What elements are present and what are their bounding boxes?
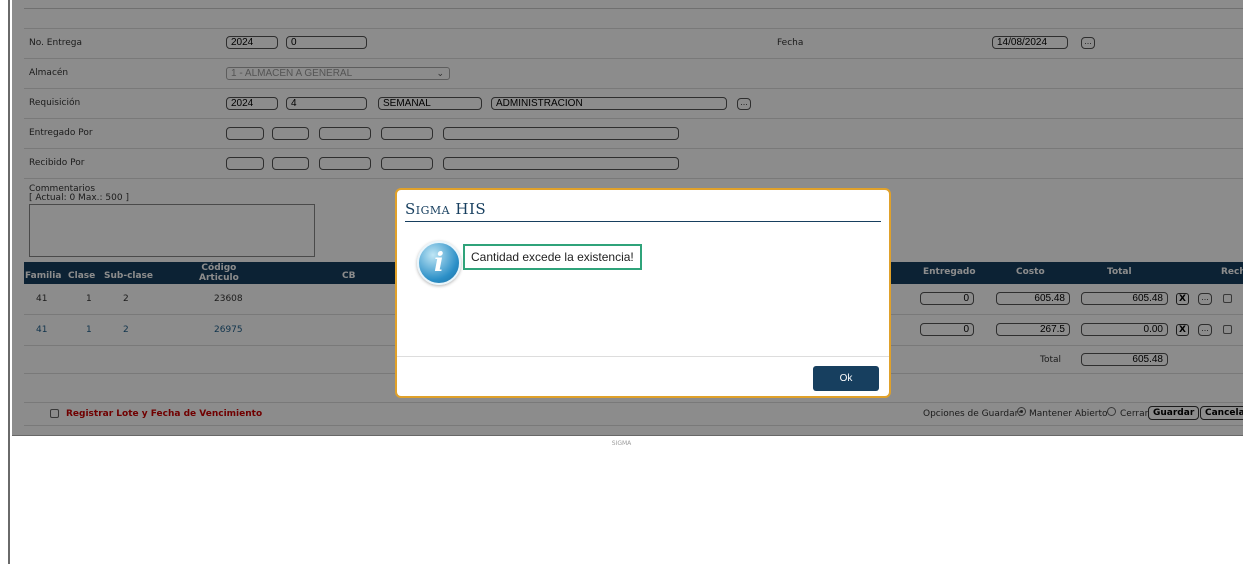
dialog-footer-divider bbox=[397, 356, 889, 357]
dialog-message: Cantidad excede la existencia! bbox=[463, 244, 642, 270]
ok-button[interactable]: Ok bbox=[813, 366, 879, 391]
info-icon: i bbox=[417, 241, 461, 285]
frame-gap bbox=[0, 436, 12, 564]
alert-dialog: Sigma HIS i Cantidad excede la existenci… bbox=[395, 188, 891, 398]
dialog-title-divider bbox=[405, 221, 881, 222]
dialog-title: Sigma HIS bbox=[405, 200, 487, 218]
sigma-footer-text: SIGMA bbox=[611, 440, 632, 447]
